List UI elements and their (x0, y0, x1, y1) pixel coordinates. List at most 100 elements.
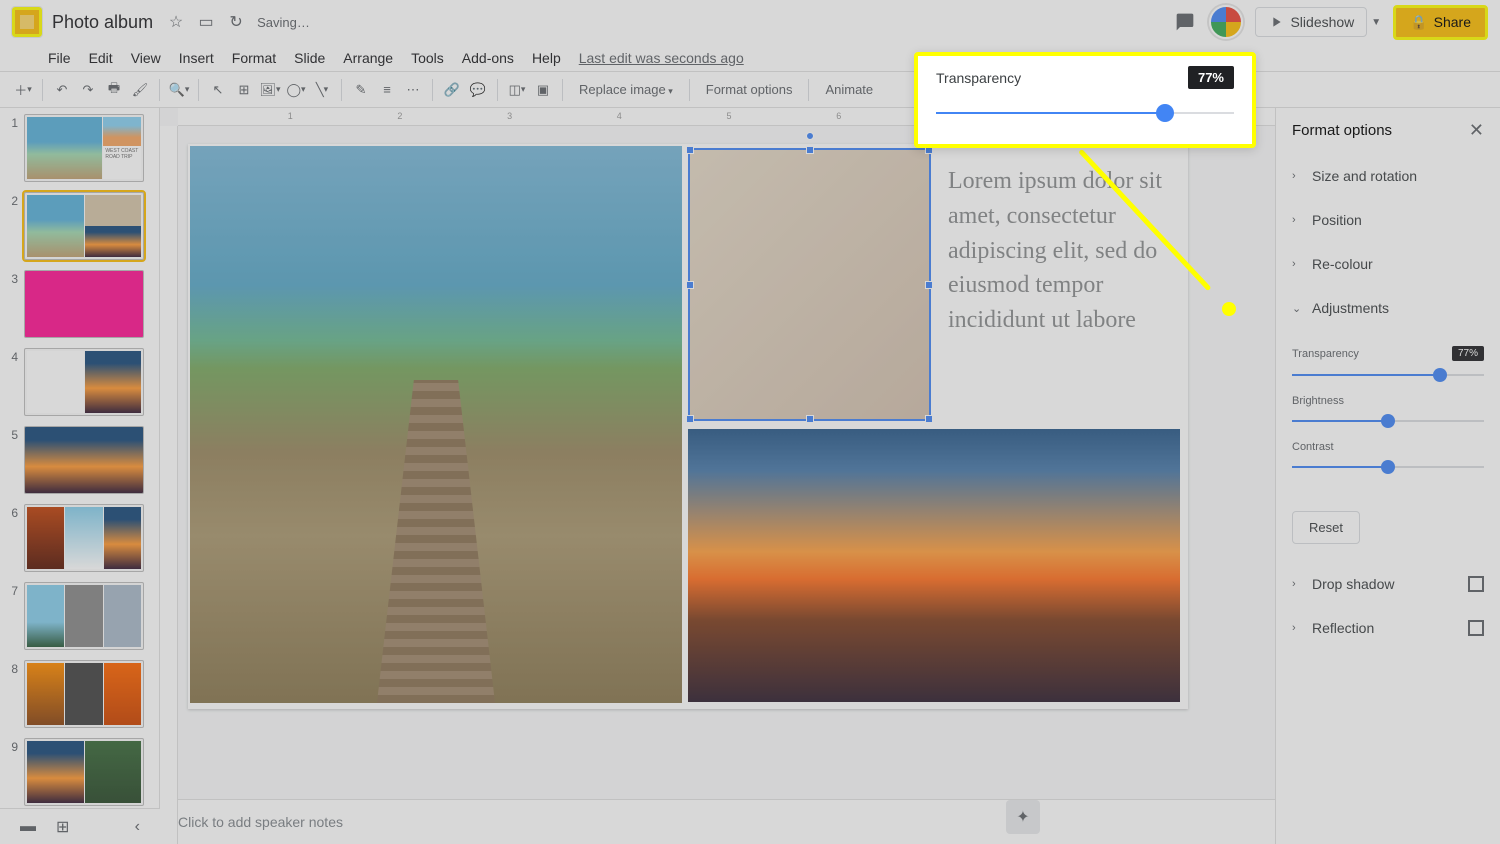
menu-addons[interactable]: Add-ons (462, 50, 514, 66)
reset-button[interactable]: Reset (1292, 511, 1360, 544)
chevron-down-icon: ⌄ (1292, 302, 1304, 315)
explore-button[interactable]: ✦ (1006, 800, 1040, 834)
doc-title[interactable]: Photo album (52, 12, 153, 33)
transparency-slider[interactable] (1292, 365, 1484, 385)
slide-thumb-9[interactable] (24, 738, 144, 806)
section-position[interactable]: ›Position (1276, 198, 1500, 242)
slide-thumb-3[interactable] (24, 270, 144, 338)
reflection-checkbox[interactable] (1468, 620, 1484, 636)
filmstrip-view-icon[interactable]: ▬ (20, 818, 36, 836)
slide-thumb-7[interactable] (24, 582, 144, 650)
section-recolour[interactable]: ›Re-colour (1276, 242, 1500, 286)
select-tool-icon[interactable]: ↖ (207, 77, 229, 103)
print-icon[interactable]: 🖶 (103, 77, 125, 103)
grid-view-icon[interactable]: ⊞ (56, 817, 69, 837)
link-icon[interactable]: 🔗 (441, 77, 463, 103)
avatar[interactable] (1209, 5, 1243, 39)
menu-file[interactable]: File (48, 50, 71, 66)
slide-canvas[interactable]: Lorem ipsum dolor sit amet, consectetur … (188, 144, 1188, 709)
border-weight-icon[interactable]: ≡ (376, 77, 398, 103)
resize-handle-sw[interactable] (686, 415, 694, 423)
slideshow-dropdown[interactable]: ▼ (1371, 17, 1381, 28)
slide-thumb-8[interactable] (24, 660, 144, 728)
speaker-notes[interactable]: Click to add speaker notes (160, 799, 1275, 844)
saving-icon: ↻ (227, 13, 245, 31)
menu-arrange[interactable]: Arrange (343, 50, 393, 66)
close-icon[interactable]: ✕ (1469, 120, 1484, 141)
sidebar-title: Format options (1292, 122, 1392, 139)
border-dash-icon[interactable]: ⋯ (402, 77, 424, 103)
share-button[interactable]: 🔒 Share (1393, 5, 1488, 40)
menu-view[interactable]: View (131, 50, 161, 66)
mask-icon[interactable]: ▣ (532, 77, 554, 103)
slide-thumb-1[interactable]: WEST COAST ROAD TRIP (24, 114, 144, 182)
slide-image-sunset[interactable] (688, 429, 1180, 702)
slide-thumb-2[interactable] (24, 192, 144, 260)
popup-title: Transparency (936, 70, 1021, 86)
section-drop-shadow[interactable]: ›Drop shadow (1276, 562, 1500, 606)
popup-transparency-slider[interactable] (936, 103, 1234, 123)
popup-value-badge: 77% (1188, 66, 1234, 89)
lock-icon: 🔒 (1410, 14, 1427, 31)
menu-edit[interactable]: Edit (89, 50, 113, 66)
app-logo[interactable] (12, 7, 42, 37)
section-adjustments[interactable]: ⌄Adjustments (1276, 286, 1500, 330)
rotation-handle[interactable] (806, 132, 814, 140)
format-options-sidebar: Format options ✕ ›Size and rotation ›Pos… (1275, 108, 1500, 844)
shape-icon[interactable]: ◯ (285, 77, 307, 103)
comment-add-icon[interactable]: 💬 (467, 77, 489, 103)
slide-thumb-4[interactable] (24, 348, 144, 416)
contrast-label: Contrast (1292, 441, 1334, 453)
menubar: File Edit View Insert Format Slide Arran… (0, 44, 1500, 72)
resize-handle-e[interactable] (925, 281, 933, 289)
zoom-icon[interactable]: 🔍 (168, 77, 190, 103)
crop-icon[interactable]: ◫ (506, 77, 528, 103)
filmstrip[interactable]: 1WEST COAST ROAD TRIP 2 3 4 5 6 7 8 9 (0, 108, 160, 844)
redo-icon[interactable]: ↷ (77, 77, 99, 103)
paint-format-icon[interactable]: 🖌 (129, 77, 151, 103)
toolbar: ＋ ↶ ↷ 🖶 🖌 🔍 ↖ ⊞ 🖼 ◯ ╲ ✎ ≡ ⋯ 🔗 💬 ◫ ▣ Repl… (0, 72, 1500, 108)
brightness-slider[interactable] (1292, 411, 1484, 431)
resize-handle-n[interactable] (806, 146, 814, 154)
slideshow-button[interactable]: Slideshow (1255, 7, 1367, 37)
highlight-pointer-dot (1222, 302, 1236, 316)
star-icon[interactable]: ☆ (167, 13, 185, 31)
filmstrip-toolbar: ▬ ⊞ ‹ (0, 808, 160, 844)
transparency-popup: Transparency 77% (914, 52, 1256, 148)
textbox-icon[interactable]: ⊞ (233, 77, 255, 103)
move-folder-icon[interactable]: ▭ (197, 13, 215, 31)
resize-handle-nw[interactable] (686, 146, 694, 154)
line-icon[interactable]: ╲ (311, 77, 333, 103)
animate-button[interactable]: Animate (817, 78, 881, 101)
resize-handle-s[interactable] (806, 415, 814, 423)
section-reflection[interactable]: ›Reflection (1276, 606, 1500, 650)
menu-help[interactable]: Help (532, 50, 561, 66)
menu-tools[interactable]: Tools (411, 50, 444, 66)
saving-status: Saving… (257, 15, 310, 30)
resize-handle-w[interactable] (686, 281, 694, 289)
brightness-label: Brightness (1292, 395, 1344, 407)
comments-icon[interactable] (1173, 10, 1197, 34)
transparency-value-badge: 77% (1452, 346, 1484, 361)
undo-icon[interactable]: ↶ (51, 77, 73, 103)
collapse-filmstrip-icon[interactable]: ‹ (135, 818, 140, 836)
slide-body-text[interactable]: Lorem ipsum dolor sit amet, consectetur … (948, 164, 1178, 338)
resize-handle-se[interactable] (925, 415, 933, 423)
menu-format[interactable]: Format (232, 50, 276, 66)
drop-shadow-checkbox[interactable] (1468, 576, 1484, 592)
slide-image-beach[interactable] (190, 146, 682, 703)
border-color-icon[interactable]: ✎ (350, 77, 372, 103)
transparency-label: Transparency (1292, 348, 1359, 360)
section-size-rotation[interactable]: ›Size and rotation (1276, 154, 1500, 198)
last-edit-link[interactable]: Last edit was seconds ago (579, 50, 744, 66)
selected-image-hiker[interactable] (688, 148, 931, 421)
menu-slide[interactable]: Slide (294, 50, 325, 66)
menu-insert[interactable]: Insert (179, 50, 214, 66)
slide-thumb-6[interactable] (24, 504, 144, 572)
replace-image-button[interactable]: Replace image (571, 78, 681, 101)
new-slide-icon[interactable]: ＋ (12, 77, 34, 103)
contrast-slider[interactable] (1292, 457, 1484, 477)
format-options-button[interactable]: Format options (698, 78, 801, 101)
slide-thumb-5[interactable] (24, 426, 144, 494)
image-icon[interactable]: 🖼 (259, 77, 281, 103)
